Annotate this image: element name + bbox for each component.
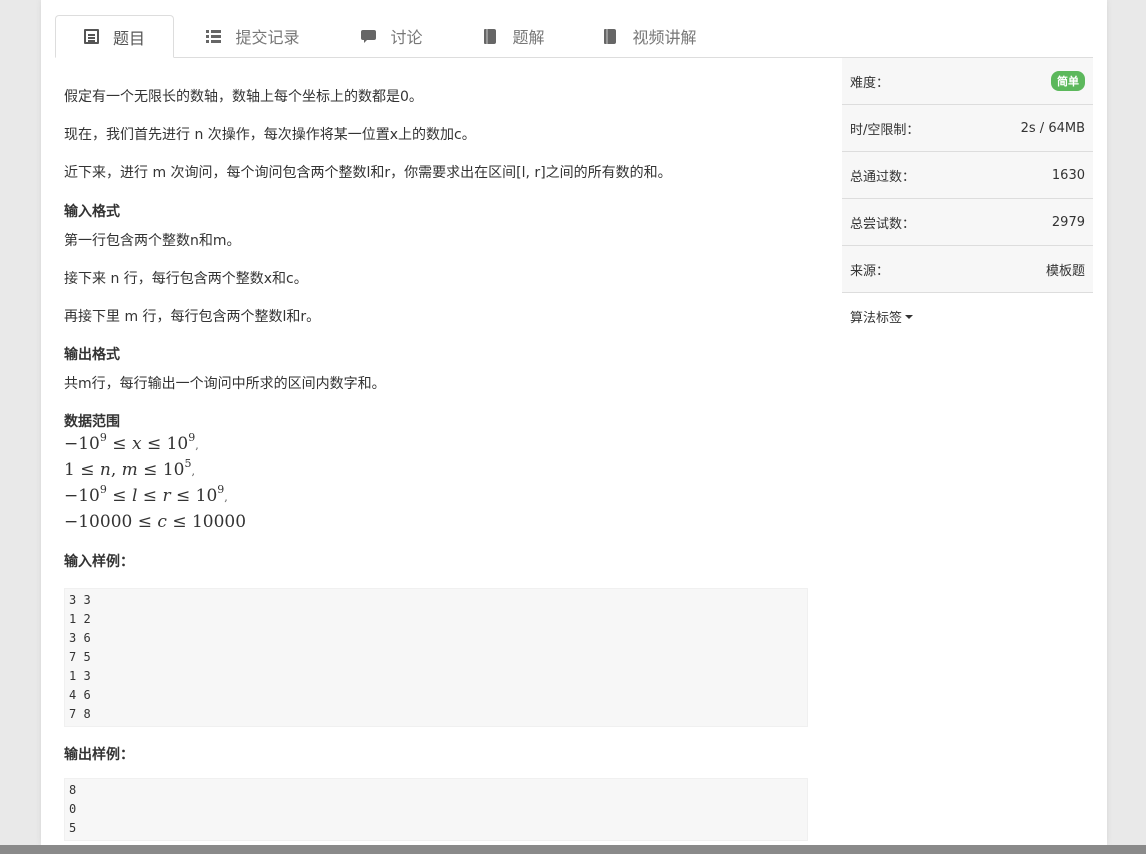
sample-input-heading: 输入样例： xyxy=(64,554,134,570)
paragraph: 共m行，每行输出一个询问中所求的区间内数字和。 xyxy=(64,376,386,392)
document-icon xyxy=(83,29,99,44)
tab-problem[interactable]: 题目 xyxy=(55,15,174,58)
problem-page: 题目 提交记录 讨论 题解 视频讲解 假定有一个无限长的数轴，数轴上每个坐标上的… xyxy=(41,0,1107,845)
passed-value: 1630 xyxy=(1051,167,1085,183)
tab-label: 提交记录 xyxy=(235,28,300,47)
source-label: 来源： xyxy=(850,263,890,279)
tab-discussion[interactable]: 讨论 xyxy=(342,15,442,57)
difficulty-row: 难度： 简单 xyxy=(842,58,1093,105)
tried-label: 总尝试数： xyxy=(850,216,916,232)
passed-row: 总通过数： 1630 xyxy=(842,152,1093,199)
tab-submissions[interactable]: 提交记录 xyxy=(188,15,318,57)
sample-input-block[interactable]: 3 3 1 2 3 6 7 5 1 3 4 6 7 8 xyxy=(64,588,808,727)
paragraph: 近下来，进行 m 次询问，每个询问包含两个整数l和r，你需要求出在区间[l, r… xyxy=(64,165,672,181)
source-row: 来源： 模板题 xyxy=(842,246,1093,293)
passed-label: 总通过数： xyxy=(850,169,916,185)
bottom-scroll-bar xyxy=(0,845,1146,854)
problem-tabs: 题目 提交记录 讨论 题解 视频讲解 xyxy=(55,15,1093,58)
sample-output-block[interactable]: 8 0 5 xyxy=(64,778,808,841)
range-c: −10000 ≤ c ≤ 10000 xyxy=(64,512,247,532)
paragraph: 再接下里 m 行，每行包含两个整数l和r。 xyxy=(64,309,321,325)
paragraph: 第一行包含两个整数n和m。 xyxy=(64,233,241,249)
difficulty-label: 难度： xyxy=(850,75,890,91)
tried-value: 2979 xyxy=(1051,214,1085,230)
paragraph: 现在，我们首先进行 n 次操作，每次操作将某一位置x上的数加c。 xyxy=(64,127,476,143)
input-format-heading: 输入格式 xyxy=(64,204,120,220)
data-range-math: −109 ≤ x ≤ 109, 1 ≤ n, m ≤ 105, −109 ≤ l… xyxy=(64,432,824,534)
limit-row: 时/空限制： 2s / 64MB xyxy=(842,105,1093,152)
paragraph: 接下来 n 行，每行包含两个整数x和c。 xyxy=(64,271,308,287)
tab-label: 讨论 xyxy=(390,28,423,47)
caret-down-icon xyxy=(905,314,914,319)
difficulty-badge: 简单 xyxy=(1051,71,1085,91)
book-icon xyxy=(483,28,498,44)
problem-description: 假定有一个无限长的数轴，数轴上每个坐标上的数都是0。 现在，我们首先进行 n 次… xyxy=(64,80,824,841)
output-format-heading: 输出格式 xyxy=(64,347,120,363)
tab-label: 视频讲解 xyxy=(632,28,697,47)
tab-solutions[interactable]: 题解 xyxy=(464,15,564,57)
tab-video[interactable]: 视频讲解 xyxy=(585,15,715,57)
range-lr: −109 ≤ l ≤ r ≤ 109, xyxy=(64,483,228,506)
algorithm-tags-label: 算法标签 xyxy=(850,311,903,326)
limit-value: 2s / 64MB xyxy=(1020,120,1085,136)
chat-icon xyxy=(361,30,377,43)
tried-row: 总尝试数： 2979 xyxy=(842,199,1093,246)
limit-label: 时/空限制： xyxy=(850,122,920,138)
sample-output-heading: 输出样例： xyxy=(64,747,134,763)
book-icon xyxy=(603,28,618,44)
source-value[interactable]: 模板题 xyxy=(1046,260,1085,279)
paragraph: 假定有一个无限长的数轴，数轴上每个坐标上的数都是0。 xyxy=(64,89,423,105)
problem-info-sidebar: 难度： 简单 时/空限制： 2s / 64MB 总通过数： 1630 总尝试数：… xyxy=(842,58,1093,340)
algorithm-tags-toggle[interactable]: 算法标签 xyxy=(842,293,1093,340)
range-nm: 1 ≤ n, m ≤ 105, xyxy=(64,457,195,480)
tab-label: 题解 xyxy=(512,28,545,47)
data-range-heading: 数据范围 xyxy=(64,414,120,430)
range-x: −109 ≤ x ≤ 109, xyxy=(64,431,199,454)
list-icon xyxy=(206,29,222,44)
tab-label: 题目 xyxy=(112,28,145,48)
